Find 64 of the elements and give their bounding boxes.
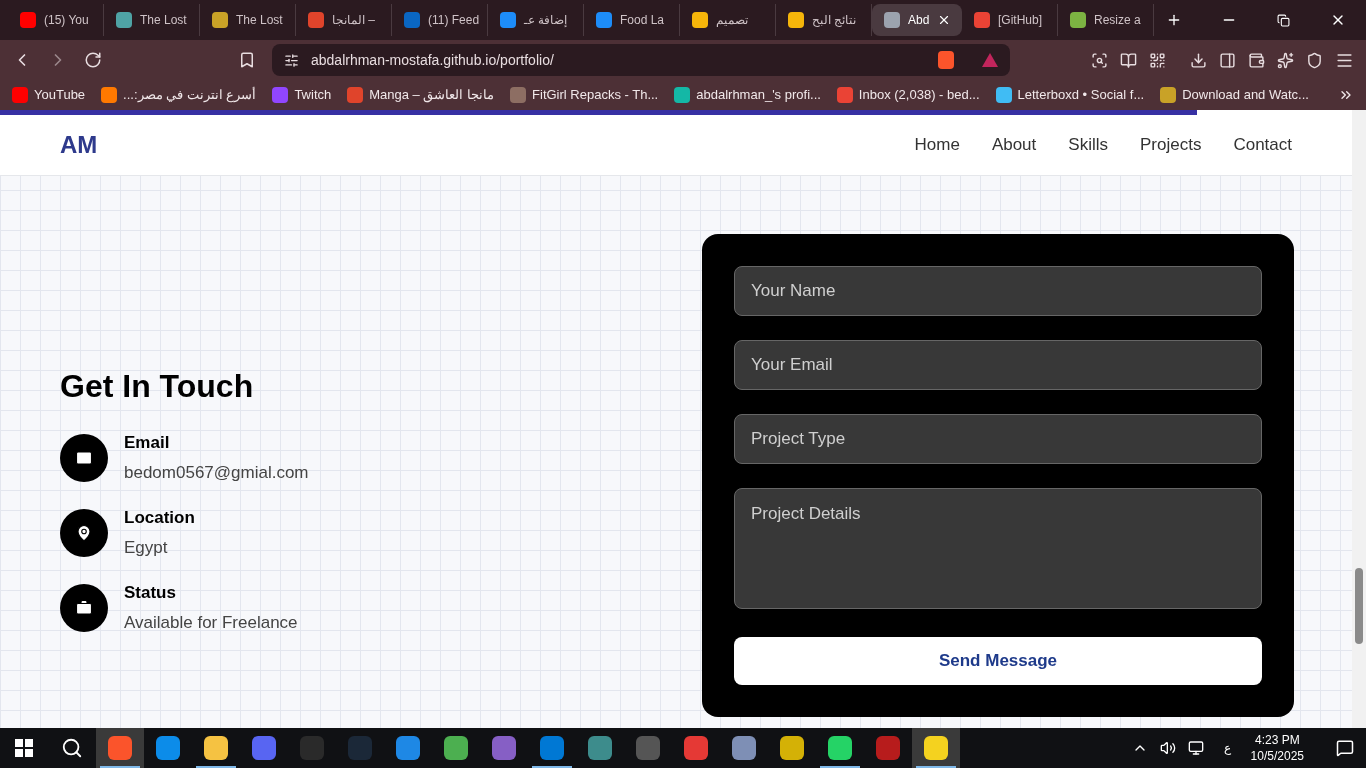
taskbar-app[interactable] <box>96 728 144 768</box>
contact-value: Available for Freelance <box>124 611 298 634</box>
download-icon[interactable] <box>1190 51 1207 69</box>
bookmark-item[interactable]: YouTube <box>12 85 86 105</box>
browser-tab[interactable]: إضافة عـ <box>488 4 584 36</box>
site-logo[interactable]: AM <box>60 127 98 163</box>
bookmark-item[interactable]: abdalrhman_'s profi... <box>674 85 821 105</box>
bookmark-item[interactable]: Inbox (2,038) - bed... <box>836 85 980 105</box>
browser-tab[interactable]: Resize a <box>1058 4 1154 36</box>
reload-icon[interactable] <box>84 51 102 69</box>
nav-link[interactable]: About <box>991 132 1037 158</box>
wallet-icon[interactable] <box>1248 51 1265 69</box>
nav-link[interactable]: Home <box>914 132 960 158</box>
map-pin-icon <box>60 508 108 557</box>
browser-tab[interactable]: تصميم <box>680 4 776 36</box>
message-field[interactable]: Project Details <box>734 488 1262 609</box>
url-text: abdalrhman-mostafa.github.io/portfolio/ <box>311 51 555 70</box>
bookmark-item[interactable]: FitGirl Repacks - Th... <box>510 85 659 105</box>
browser-tab[interactable]: [GitHub] <box>962 4 1058 36</box>
qr-code-icon[interactable] <box>1149 51 1166 69</box>
language-indicator[interactable]: ع <box>1223 740 1231 756</box>
notifications-icon[interactable] <box>1336 739 1354 757</box>
contact-label: Location <box>124 507 195 529</box>
new-tab-icon[interactable] <box>1166 12 1182 28</box>
browser-tab[interactable]: (15) You <box>8 4 104 36</box>
browser-tab[interactable]: المانجا – <box>296 4 392 36</box>
site-settings-icon <box>284 52 299 68</box>
envelope-icon <box>60 433 108 482</box>
browser-tab[interactable]: Abd <box>872 4 962 36</box>
contact-value: bedom0567@gmial.com <box>124 461 309 484</box>
scrollbar[interactable] <box>1352 110 1366 728</box>
contact-value: Egypt <box>124 536 169 559</box>
section-heading: Get In Touch <box>60 367 255 406</box>
bookmark-icon[interactable] <box>238 51 256 69</box>
sparkle-icon[interactable] <box>1277 51 1294 69</box>
send-message-button[interactable]: Send Message <box>734 637 1262 685</box>
bookmark-item[interactable]: أسرع انترنت في مصر:... <box>101 85 257 105</box>
browser-tab[interactable]: نتائج البح <box>776 4 872 36</box>
bookmark-item[interactable]: Manga – مانجا العاشق <box>347 85 495 105</box>
nav-link[interactable]: Contact <box>1233 132 1292 158</box>
restore-icon[interactable] <box>1277 13 1290 27</box>
shield-icon[interactable] <box>1306 51 1323 69</box>
browser-tab[interactable]: The Lost <box>104 4 200 36</box>
briefcase-icon <box>60 583 108 632</box>
input-field[interactable]: Your Name <box>734 266 1262 316</box>
browser-tab[interactable]: Food La <box>584 4 680 36</box>
taskbar-app[interactable] <box>912 728 960 768</box>
search-page-icon[interactable] <box>1091 51 1108 69</box>
contact-label: Email <box>124 432 171 454</box>
bookmark-item[interactable]: Letterboxd • Social f... <box>995 85 1145 105</box>
nav-link[interactable]: Skills <box>1068 132 1108 158</box>
bookmark-item[interactable]: Twitch <box>272 85 332 105</box>
clock[interactable]: 4:23 PM 10/5/2025 <box>1250 732 1304 764</box>
speaker-icon[interactable] <box>1159 740 1176 756</box>
bookmark-item[interactable]: Download and Watc... <box>1160 85 1309 105</box>
reader-icon[interactable] <box>1120 51 1137 69</box>
browser-tab[interactable]: The Lost <box>200 4 296 36</box>
address-bar[interactable]: abdalrhman-mostafa.github.io/portfolio/ <box>272 44 1010 76</box>
contact-label: Status <box>124 582 177 604</box>
browser-tab[interactable]: (11) Feed <box>392 4 488 36</box>
sidebar-icon[interactable] <box>1219 51 1236 69</box>
input-field[interactable]: Project Type <box>734 414 1262 464</box>
nav-link[interactable]: Projects <box>1140 132 1202 158</box>
input-field[interactable]: Your Email <box>734 340 1262 390</box>
